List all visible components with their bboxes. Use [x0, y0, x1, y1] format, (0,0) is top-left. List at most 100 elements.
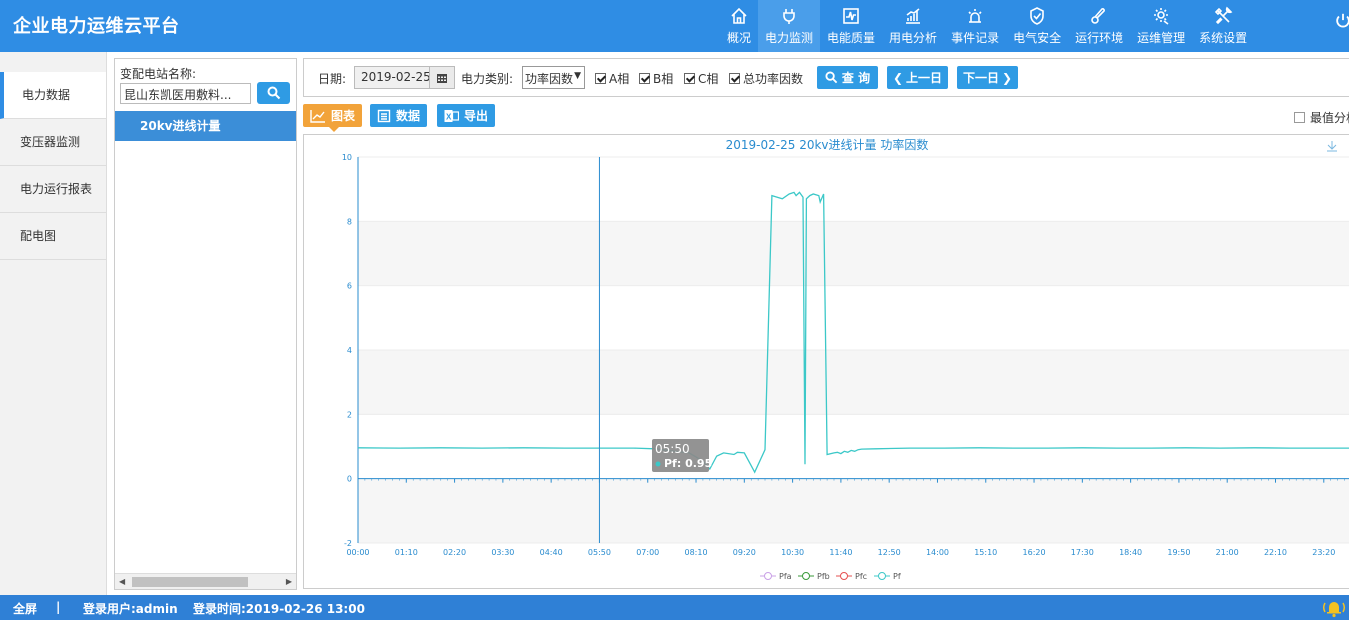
checkbox-checked[interactable]	[684, 73, 695, 84]
nav-power-quality[interactable]: 电能质量	[820, 0, 882, 52]
nav-maintenance[interactable]: 运维管理	[1130, 0, 1192, 52]
top-header: 企业电力运维云平台 概况 电力监测 电能质量 用电分析 事件记录 电气安全 运行…	[0, 0, 1349, 52]
y-tick-label: -2	[344, 539, 352, 548]
login-user: 登录用户:admin	[83, 602, 178, 616]
view-data-label: 数据	[396, 109, 421, 123]
fullscreen-button[interactable]: 全屏	[13, 600, 37, 617]
chart-panel: 2019-02-25 20kv进线计量 功率因数 -2 0 2 4 6 8 10 00:00 01…	[303, 134, 1349, 589]
line-chart-icon	[310, 109, 325, 123]
y-tick-label: 10	[342, 153, 352, 162]
query-label: 查 询	[841, 71, 871, 85]
checkbox-checked[interactable]	[639, 73, 650, 84]
category-label: 电力类别:	[461, 72, 514, 86]
date-input[interactable]: 2019-02-25	[354, 66, 429, 89]
x-tick-label: 01:10	[395, 548, 418, 557]
check-phase-a[interactable]: A相	[595, 70, 629, 87]
check-total-pf[interactable]: 总功率因数	[729, 70, 803, 87]
scroll-right-icon[interactable]: ▶	[286, 577, 292, 586]
view-data-button[interactable]: 数据	[370, 104, 428, 127]
grid-band	[358, 285, 1349, 350]
checkbox-checked[interactable]	[729, 73, 740, 84]
x-tick-label: 05:50	[588, 548, 611, 557]
chart-title: 2019-02-25 20kv进线计量 功率因数	[726, 137, 929, 152]
nav-usage-analysis[interactable]: 用电分析	[882, 0, 944, 52]
scroll-thumb[interactable]	[132, 577, 248, 587]
nav-electrical-safety[interactable]: 电气安全	[1006, 0, 1068, 52]
menu-transformer-monitor[interactable]: 变压器监测	[0, 119, 106, 166]
legend-label: Pfc	[855, 572, 867, 581]
tree-node-20kv[interactable]: 20kv进线计量	[115, 111, 296, 141]
legend-marker	[802, 572, 810, 580]
menu-power-data[interactable]: 电力数据	[0, 72, 106, 119]
nav-label: 事件记录	[951, 31, 1000, 45]
y-tick-label: 6	[347, 282, 352, 291]
excel-icon: X	[444, 109, 459, 122]
tooltip-time: 05:50	[655, 442, 690, 456]
check-phase-b[interactable]: B相	[639, 70, 673, 87]
check-phase-c[interactable]: C相	[684, 70, 718, 87]
y-tick-label: 2	[347, 410, 352, 419]
nav-label: 运行环境	[1075, 31, 1124, 45]
x-tick-label: 17:30	[1071, 548, 1094, 557]
prev-day-button[interactable]: ❮ 上一日	[887, 66, 948, 89]
horizontal-scrollbar[interactable]: ◀ ▶	[115, 573, 296, 589]
nav-operating-env[interactable]: 运行环境	[1068, 0, 1130, 52]
waveform-icon	[843, 8, 859, 24]
x-tick-label: 23:20	[1312, 548, 1335, 557]
alarm-light-icon	[968, 9, 982, 23]
grid-band	[358, 414, 1349, 479]
svg-text:X: X	[446, 112, 452, 121]
next-day-button[interactable]: 下一日 ❯	[957, 66, 1018, 89]
extreme-analysis-toggle[interactable]: 最值分析	[1294, 109, 1349, 126]
menu-distribution-diagram[interactable]: 配电图	[0, 213, 106, 260]
station-panel: 变配电站名称: 昆山东凯医用敷料... 20kv进线计量 ◀ ▶	[114, 58, 297, 590]
x-tick-label: 16:20	[1023, 548, 1046, 557]
nav-power-monitor[interactable]: 电力监测	[758, 0, 821, 52]
download-icon	[1327, 141, 1337, 152]
nav-event-log[interactable]: 事件记录	[944, 0, 1006, 52]
x-tick-label: 09:20	[733, 548, 756, 557]
menu-spacer	[0, 52, 106, 72]
x-tick-label: 02:20	[443, 548, 466, 557]
export-label: 导出	[464, 109, 489, 123]
nav-label: 电能质量	[827, 31, 876, 45]
nav-overview[interactable]: 概况	[720, 0, 758, 52]
nav-label: 用电分析	[889, 31, 938, 45]
nav-system-settings[interactable]: 系统设置	[1192, 0, 1254, 52]
chevron-left-icon: ❮	[892, 70, 904, 85]
next-day-label: 下一日	[962, 71, 999, 85]
x-tick-label: 04:40	[540, 548, 563, 557]
left-menu: 电力数据 变压器监测 电力运行报表 配电图	[0, 52, 107, 595]
legend-label: Pfa	[779, 572, 792, 581]
view-chart-button[interactable]: 图表	[303, 104, 363, 127]
prev-day-label: 上一日	[906, 71, 943, 85]
search-icon	[267, 86, 280, 100]
category-select[interactable]: 功率因数 ▼	[522, 66, 585, 89]
active-tab-pointer	[329, 127, 339, 132]
date-label: 日期:	[318, 72, 347, 86]
scroll-left-icon[interactable]: ◀	[119, 577, 125, 586]
alarm-bell-icon[interactable]	[1322, 597, 1346, 618]
y-tick-label: 8	[347, 217, 352, 226]
grid-band	[358, 350, 1349, 415]
power-icon[interactable]	[1334, 12, 1349, 30]
tooltip-marker	[655, 461, 661, 467]
calendar-button[interactable]	[429, 66, 455, 89]
nav-label: 系统设置	[1199, 31, 1248, 45]
station-search-button[interactable]	[257, 82, 290, 104]
query-button[interactable]: 查 询	[817, 66, 878, 89]
grid-band	[358, 221, 1349, 286]
checkbox-checked[interactable]	[595, 73, 606, 84]
x-tick-label: 18:40	[1119, 548, 1142, 557]
x-tick-label: 00:00	[346, 548, 369, 557]
station-search-input[interactable]: 昆山东凯医用敷料...	[120, 83, 251, 104]
x-tick-label: 22:10	[1264, 548, 1287, 557]
check-label: 总功率因数	[743, 72, 804, 86]
main-nav: 概况 电力监测 电能质量 用电分析 事件记录 电气安全 运行环境 运维管理 系统…	[720, 0, 1254, 52]
login-time: 登录时间:2019-02-26 13:00	[193, 602, 365, 616]
document-icon	[377, 109, 391, 122]
export-button[interactable]: X 导出	[437, 104, 496, 127]
menu-power-report[interactable]: 电力运行报表	[0, 166, 106, 213]
checkbox-unchecked[interactable]	[1294, 112, 1305, 123]
station-label: 变配电站名称:	[120, 67, 197, 81]
